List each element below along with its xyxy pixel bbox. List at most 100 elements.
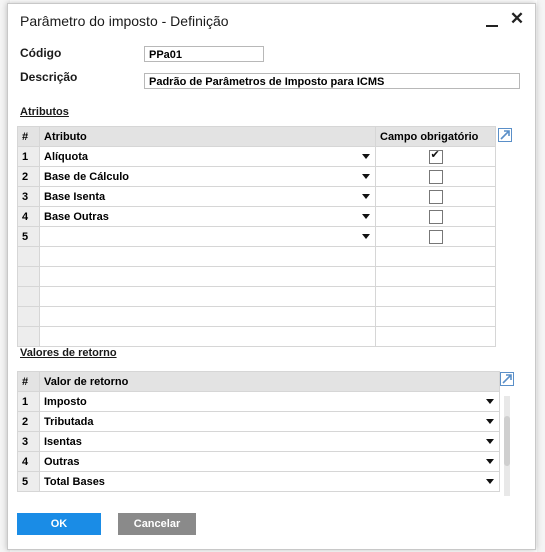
table-row-empty bbox=[17, 326, 496, 347]
row-number: 4 bbox=[17, 206, 40, 227]
attributes-table: # Atributo Campo obrigatório 1 Alíquota … bbox=[17, 126, 496, 347]
attribute-value: Base Isenta bbox=[44, 190, 106, 203]
table-row[interactable]: 2 Base de Cálculo bbox=[17, 166, 496, 187]
empty-cell bbox=[39, 266, 376, 287]
table-row[interactable]: 1 Alíquota bbox=[17, 146, 496, 167]
required-cell[interactable] bbox=[375, 146, 496, 167]
cancel-button[interactable]: Cancelar bbox=[118, 513, 196, 535]
row-number: 3 bbox=[17, 186, 40, 207]
code-field[interactable]: PPa01 bbox=[144, 46, 264, 62]
empty-cell bbox=[39, 286, 376, 307]
empty-cell bbox=[375, 326, 496, 347]
row-number-empty bbox=[17, 306, 40, 327]
attribute-select[interactable]: Base Isenta bbox=[39, 186, 376, 207]
attributes-col-required[interactable]: Campo obrigatório bbox=[375, 126, 496, 147]
ok-button[interactable]: OK bbox=[17, 513, 101, 535]
return-value: Outras bbox=[44, 455, 80, 468]
row-number: 1 bbox=[17, 146, 40, 167]
table-row[interactable]: 4 Base Outras bbox=[17, 206, 496, 227]
required-checkbox[interactable] bbox=[428, 209, 443, 224]
dropdown-arrow-icon[interactable] bbox=[486, 459, 494, 464]
return-value: Total Bases bbox=[44, 475, 105, 488]
return-values-scrollbar[interactable] bbox=[504, 396, 510, 496]
row-number: 2 bbox=[17, 411, 40, 432]
return-col-name[interactable]: Valor de retorno bbox=[39, 371, 500, 392]
required-cell[interactable] bbox=[375, 206, 496, 227]
return-value: Tributada bbox=[44, 415, 94, 428]
table-row-empty bbox=[17, 246, 496, 267]
empty-cell bbox=[39, 326, 376, 347]
dropdown-arrow-icon[interactable] bbox=[486, 479, 494, 484]
table-row-empty bbox=[17, 266, 496, 287]
attribute-select[interactable]: Base de Cálculo bbox=[39, 166, 376, 187]
attribute-select[interactable]: Base Outras bbox=[39, 206, 376, 227]
empty-cell bbox=[375, 286, 496, 307]
attribute-select[interactable]: Alíquota bbox=[39, 146, 376, 167]
table-row[interactable]: 4 Outras bbox=[17, 451, 500, 472]
required-cell[interactable] bbox=[375, 166, 496, 187]
table-row[interactable]: 3 Base Isenta bbox=[17, 186, 496, 207]
attributes-section-title: Atributos bbox=[20, 106, 69, 118]
required-checkbox[interactable] bbox=[428, 148, 443, 164]
table-row[interactable]: 5 Total Bases bbox=[17, 471, 500, 492]
dropdown-arrow-icon[interactable] bbox=[362, 174, 370, 179]
window-title: Parâmetro do imposto - Definição bbox=[20, 13, 229, 29]
dropdown-arrow-icon[interactable] bbox=[486, 439, 494, 444]
dialog-window: Parâmetro do imposto - Definição ✕ Códig… bbox=[7, 3, 536, 550]
return-value-select[interactable]: Isentas bbox=[39, 431, 500, 452]
row-number: 3 bbox=[17, 431, 40, 452]
background-right bbox=[537, 0, 545, 552]
empty-cell bbox=[39, 246, 376, 267]
attribute-select[interactable] bbox=[39, 226, 376, 247]
attributes-col-num: # bbox=[17, 126, 40, 147]
table-row[interactable]: 2 Tributada bbox=[17, 411, 500, 432]
return-values-table: # Valor de retorno 1 Imposto 2 Tributada… bbox=[17, 371, 500, 492]
row-number-empty bbox=[17, 246, 40, 267]
row-number: 2 bbox=[17, 166, 40, 187]
empty-cell bbox=[375, 246, 496, 267]
table-row[interactable]: 3 Isentas bbox=[17, 431, 500, 452]
dropdown-arrow-icon[interactable] bbox=[486, 419, 494, 424]
description-field[interactable]: Padrão de Parâmetros de Imposto para ICM… bbox=[144, 73, 520, 89]
table-row[interactable]: 5 bbox=[17, 226, 496, 247]
required-checkbox[interactable] bbox=[428, 229, 443, 244]
table-row-empty bbox=[17, 286, 496, 307]
return-values-header-row: # Valor de retorno bbox=[17, 371, 500, 392]
dropdown-arrow-icon[interactable] bbox=[486, 399, 494, 404]
dropdown-arrow-icon[interactable] bbox=[362, 214, 370, 219]
table-row[interactable]: 1 Imposto bbox=[17, 391, 500, 412]
empty-cell bbox=[375, 306, 496, 327]
attribute-value: Alíquota bbox=[44, 150, 88, 163]
row-number: 5 bbox=[17, 471, 40, 492]
return-col-num: # bbox=[17, 371, 40, 392]
required-checkbox[interactable] bbox=[428, 169, 443, 184]
return-value-select[interactable]: Outras bbox=[39, 451, 500, 472]
return-value: Isentas bbox=[44, 435, 82, 448]
row-number: 5 bbox=[17, 226, 40, 247]
dropdown-arrow-icon[interactable] bbox=[362, 154, 370, 159]
close-button[interactable]: ✕ bbox=[508, 9, 526, 29]
attribute-value: Base de Cálculo bbox=[44, 170, 129, 183]
expand-attributes-icon[interactable] bbox=[498, 128, 512, 142]
description-label: Descrição bbox=[20, 70, 78, 84]
row-number-empty bbox=[17, 286, 40, 307]
required-cell[interactable] bbox=[375, 226, 496, 247]
empty-cell bbox=[375, 266, 496, 287]
dropdown-arrow-icon[interactable] bbox=[362, 234, 370, 239]
attributes-col-name[interactable]: Atributo bbox=[39, 126, 376, 147]
row-number-empty bbox=[17, 266, 40, 287]
return-value: Imposto bbox=[44, 395, 87, 408]
required-checkbox[interactable] bbox=[428, 189, 443, 204]
code-label: Código bbox=[20, 46, 62, 60]
dropdown-arrow-icon[interactable] bbox=[362, 194, 370, 199]
title-bar: Parâmetro do imposto - Definição ✕ bbox=[8, 4, 535, 38]
required-cell[interactable] bbox=[375, 186, 496, 207]
expand-return-values-icon[interactable] bbox=[500, 372, 514, 386]
return-value-select[interactable]: Imposto bbox=[39, 391, 500, 412]
minimize-button[interactable] bbox=[484, 12, 500, 28]
scrollbar-thumb[interactable] bbox=[504, 416, 510, 466]
attribute-value: Base Outras bbox=[44, 210, 109, 223]
attributes-header-row: # Atributo Campo obrigatório bbox=[17, 126, 496, 147]
return-value-select[interactable]: Total Bases bbox=[39, 471, 500, 492]
return-value-select[interactable]: Tributada bbox=[39, 411, 500, 432]
